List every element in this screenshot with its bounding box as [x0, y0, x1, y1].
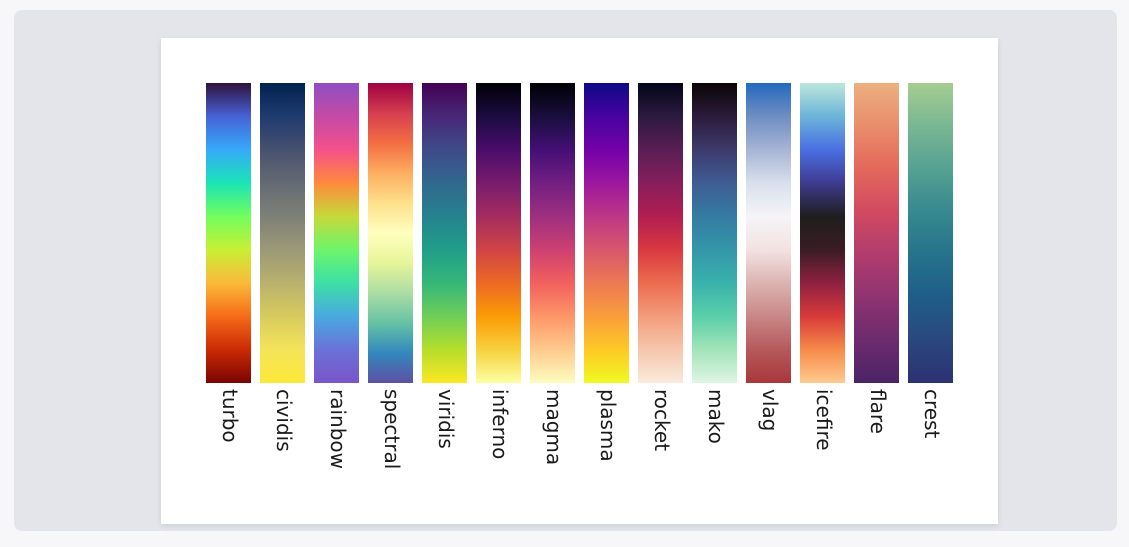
colormap-label-text: spectral	[380, 389, 404, 470]
colormap-label-text: vlag	[758, 389, 782, 432]
colormap-label-text: magma	[542, 389, 566, 466]
colormap-label-text: plasma	[596, 389, 620, 462]
colormap-label: magma	[530, 389, 575, 499]
colormap-inferno: inferno	[476, 83, 521, 459]
colormap-gradient-bar	[206, 83, 251, 383]
colormap-viridis: viridis	[422, 83, 467, 449]
colormap-label: vlag	[746, 389, 791, 499]
colormap-label: flare	[854, 389, 899, 499]
colormap-turbo: turbo	[206, 83, 251, 443]
colormap-plasma: plasma	[584, 83, 629, 462]
colormap-label: plasma	[584, 389, 629, 499]
colormap-label-text: cividis	[272, 389, 296, 452]
colormap-label: viridis	[422, 389, 467, 499]
colormap-rocket: rocket	[638, 83, 683, 451]
colormap-label: icefire	[800, 389, 845, 499]
colormap-gradient-bar	[800, 83, 845, 383]
colormap-label-text: inferno	[488, 389, 512, 460]
colormap-label: crest	[908, 389, 953, 499]
colormap-label-text: rocket	[650, 389, 674, 452]
colormap-crest: crest	[908, 83, 953, 438]
colormap-gradient-bar	[260, 83, 305, 383]
colormap-label-text: crest	[920, 389, 944, 439]
colormap-label-text: mako	[704, 389, 728, 444]
colormap-label: rocket	[638, 389, 683, 499]
colormap-rainbow: rainbow	[314, 83, 359, 469]
colormap-magma: magma	[530, 83, 575, 465]
colormap-gradient-bar	[422, 83, 467, 383]
colormap-label: rainbow	[314, 389, 359, 499]
colormap-vlag: vlag	[746, 83, 791, 431]
colormap-gradient-bar	[854, 83, 899, 383]
colormap-label: cividis	[260, 389, 305, 499]
colormap-label: mako	[692, 389, 737, 499]
colormap-gradient-bar	[530, 83, 575, 383]
colormap-gradient-bar	[314, 83, 359, 383]
colormap-label: spectral	[368, 389, 413, 499]
colormap-label-text: icefire	[812, 389, 836, 451]
colormap-label-text: flare	[866, 389, 890, 434]
colormap-gradient-bar	[368, 83, 413, 383]
colormap-cividis: cividis	[260, 83, 305, 452]
colormap-gradient-bar	[692, 83, 737, 383]
colormap-mako: mako	[692, 83, 737, 444]
colormap-gradient-bar	[746, 83, 791, 383]
colormap-label: turbo	[206, 389, 251, 499]
colormap-gradient-bar	[584, 83, 629, 383]
page-background: turbo cividis rainbow spectral viridis infern…	[14, 10, 1117, 531]
colormap-gradient-bar	[476, 83, 521, 383]
colormap-gradient-bar	[908, 83, 953, 383]
colormap-label: inferno	[476, 389, 521, 499]
colormap-gradient-bar	[638, 83, 683, 383]
colormap-spectral: spectral	[368, 83, 413, 469]
colormap-card: turbo cividis rainbow spectral viridis infern…	[161, 38, 998, 524]
colormap-label-text: viridis	[434, 389, 458, 449]
colormap-icefire: icefire	[800, 83, 845, 451]
colormap-label-text: turbo	[218, 389, 242, 443]
colormap-flare: flare	[854, 83, 899, 434]
colormap-label-text: rainbow	[326, 389, 350, 469]
